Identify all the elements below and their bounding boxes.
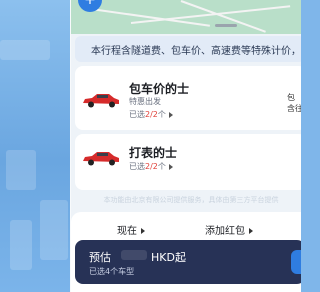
price-label: 包 — [287, 93, 295, 102]
estimate-price: HKD起 — [151, 251, 186, 264]
selected-count[interactable]: 已选2/2个 — [129, 109, 173, 120]
car-option-metered-taxi[interactable]: 打表的士 已选2/2个 — [75, 134, 301, 190]
call-car-button[interactable] — [291, 250, 301, 274]
selected-car-types: 已选4个车型 — [89, 267, 135, 276]
provider-footnote: 本功能由北京有限公司提供服务，具体由第三方平台提供 — [103, 196, 279, 204]
blurred-price — [121, 250, 147, 260]
price-sublabel: 含往 — [287, 104, 301, 113]
booking-sheet: + 本行程含隧道费、包车价、高速费等特殊计价，点 包车价的士 特惠出发 已选2/… — [70, 0, 301, 292]
car-title: 包车价的士 — [129, 82, 190, 96]
map-backdrop — [0, 0, 80, 292]
estimate-label: 预估 — [89, 251, 111, 264]
estimate-bar[interactable]: 预估 HKD起 已选4个车型 — [75, 240, 301, 284]
red-taxi-icon — [83, 94, 119, 108]
arrow-right-icon — [168, 111, 173, 118]
car-option-charter-taxi[interactable]: 包车价的士 特惠出发 已选2/2个 包 含往 — [75, 66, 301, 130]
time-option[interactable]: 现在 — [117, 222, 145, 237]
arrow-right-icon — [168, 163, 173, 170]
red-taxi-icon — [83, 152, 119, 166]
chevron-right-icon — [141, 228, 145, 234]
add-coupon-option[interactable]: 添加红包 — [205, 222, 253, 237]
route-map[interactable] — [71, 0, 301, 34]
notice-text: 本行程含隧道费、包车价、高速费等特殊计价，点 — [91, 45, 301, 57]
car-subtitle: 特惠出发 — [129, 97, 161, 106]
car-title: 打表的士 — [129, 146, 178, 160]
sheet-drag-handle[interactable] — [215, 24, 237, 27]
pricing-notice-banner[interactable]: 本行程含隧道费、包车价、高速费等特殊计价，点 — [75, 36, 301, 62]
selected-count[interactable]: 已选2/2个 — [129, 161, 173, 172]
chevron-right-icon — [249, 228, 253, 234]
